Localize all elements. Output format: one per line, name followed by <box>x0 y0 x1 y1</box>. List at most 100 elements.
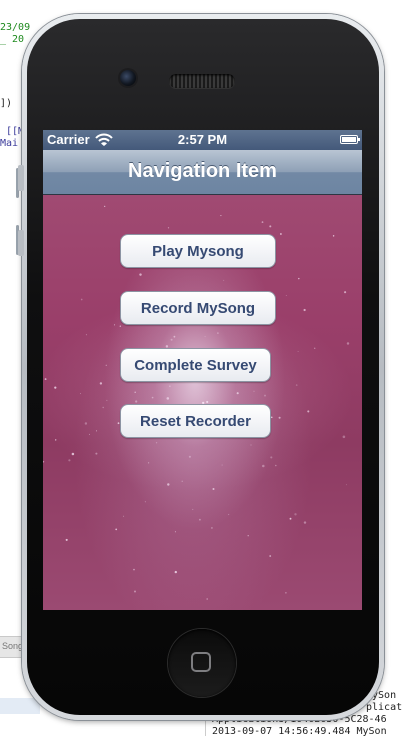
sparkle-dot <box>264 394 266 397</box>
home-button[interactable] <box>168 629 236 697</box>
sparkle-dot <box>188 455 191 458</box>
sparkle-dot <box>220 215 222 217</box>
sparkle-dot <box>247 535 249 537</box>
sparkle-dot <box>166 397 170 400</box>
sparkle-dot <box>345 484 347 486</box>
console-line: plicat <box>366 702 403 713</box>
sparkle-dot <box>342 435 346 439</box>
speaker-grille <box>169 74 235 88</box>
sparkle-dot <box>144 501 146 503</box>
sparkle-dot <box>314 347 316 349</box>
sparkle-dot <box>181 480 183 482</box>
sparkle-dot <box>261 221 264 223</box>
sparkle-dot <box>169 385 171 387</box>
sparkle-dot <box>295 384 298 386</box>
sparkle-dot <box>133 568 135 571</box>
sparkle-dot <box>155 442 158 444</box>
battery-icon <box>340 135 360 144</box>
sparkle-dot <box>294 513 297 516</box>
sparkle-dot <box>123 515 125 517</box>
sparkle-dot <box>134 391 136 393</box>
sparkle-dot <box>297 351 299 352</box>
sparkle-dot <box>192 508 194 510</box>
mute-switch[interactable] <box>18 165 24 191</box>
sparkle-dot <box>85 334 87 336</box>
content-background: Play Mysong Record MySong Complete Surve… <box>43 195 362 610</box>
sparkle-dot <box>102 406 104 409</box>
sparkle-dot <box>210 526 213 529</box>
sparkle-dot <box>198 518 201 521</box>
sparkle-dot <box>173 335 176 338</box>
sparkle-dot <box>43 460 45 463</box>
code-line: ]) <box>0 98 13 109</box>
sparkle-dot <box>139 273 142 276</box>
sparkle-dot <box>298 277 300 280</box>
sparkle-dot <box>278 416 281 419</box>
sparkle-dot <box>96 430 97 432</box>
sparkle-dot <box>289 517 292 520</box>
sparkle-dot <box>106 399 108 401</box>
sparkle-dot <box>148 462 150 464</box>
sparkle-dot <box>236 392 239 395</box>
sparkle-dot <box>135 400 138 403</box>
sparkle-dot <box>88 433 90 435</box>
play-mysong-button[interactable]: Play Mysong <box>120 234 276 268</box>
sparkle-dot <box>262 464 265 468</box>
sparkle-dot <box>84 422 88 425</box>
sparkle-dot <box>55 439 57 441</box>
sparkle-dot <box>303 308 306 312</box>
sparkle-dot <box>217 332 219 334</box>
battery-level <box>342 137 356 142</box>
sparkle-dot <box>303 521 307 524</box>
sparkle-dot <box>134 590 136 593</box>
record-mysong-button[interactable]: Record MySong <box>120 291 276 325</box>
sparkle-dot <box>270 456 273 459</box>
sparkle-dot <box>44 378 47 381</box>
navigation-bar: Navigation Item <box>43 150 362 195</box>
nav-title: Navigation Item <box>128 160 277 182</box>
sparkle-dot <box>223 279 225 281</box>
code-line: _ 20 <box>0 34 25 45</box>
sparkle-dot <box>285 295 287 296</box>
sparkle-dot <box>99 382 103 385</box>
code-line: 23/09 <box>0 22 31 33</box>
sparkle-dot <box>253 390 255 392</box>
code-line: Mai <box>0 138 19 149</box>
sparkle-dot <box>80 393 81 395</box>
sparkle-dot <box>285 592 287 594</box>
sparkle-dot <box>174 531 176 533</box>
sparkle-dot <box>275 464 277 467</box>
sparkle-dot <box>212 487 215 491</box>
sparkle-dot <box>174 570 177 574</box>
sparkle-dot <box>206 400 209 404</box>
sparkle-dot <box>114 324 116 326</box>
sparkle-dot <box>80 298 83 301</box>
editor-bottom-tab-label: Song <box>2 641 24 651</box>
editor-selection-strip <box>0 698 40 714</box>
sparkle-dot <box>269 555 272 557</box>
volume-button[interactable] <box>18 230 24 256</box>
device-screen: Carrier 2:57 PM Navigation Item Play Mys… <box>43 130 362 610</box>
status-time: 2:57 PM <box>177 132 228 147</box>
sparkle-dot <box>250 444 252 446</box>
sparkle-dot <box>151 396 154 399</box>
home-square-icon <box>191 652 211 672</box>
sparkle-dot <box>104 205 106 208</box>
reset-recorder-button[interactable]: Reset Recorder <box>120 404 271 438</box>
sparkle-dot <box>68 459 71 462</box>
camera-icon <box>120 70 136 86</box>
sparkle-dot <box>105 364 107 366</box>
sparkle-dot <box>204 336 206 338</box>
sparkle-dot <box>344 291 347 294</box>
sparkle-dot <box>54 386 57 389</box>
console-line: 2013-09-07 14:56:49.484 MySon <box>212 726 387 737</box>
sparkle-dot <box>119 325 121 327</box>
sparkle-dot <box>167 227 170 229</box>
sparkle-dot <box>221 464 223 466</box>
sparkle-dot <box>115 528 118 531</box>
sparkle-dot <box>65 538 68 541</box>
complete-survey-button[interactable]: Complete Survey <box>120 348 271 382</box>
sparkle-dot <box>346 342 350 345</box>
status-bar: Carrier 2:57 PM <box>43 130 362 150</box>
sparkle-dot <box>279 233 282 235</box>
